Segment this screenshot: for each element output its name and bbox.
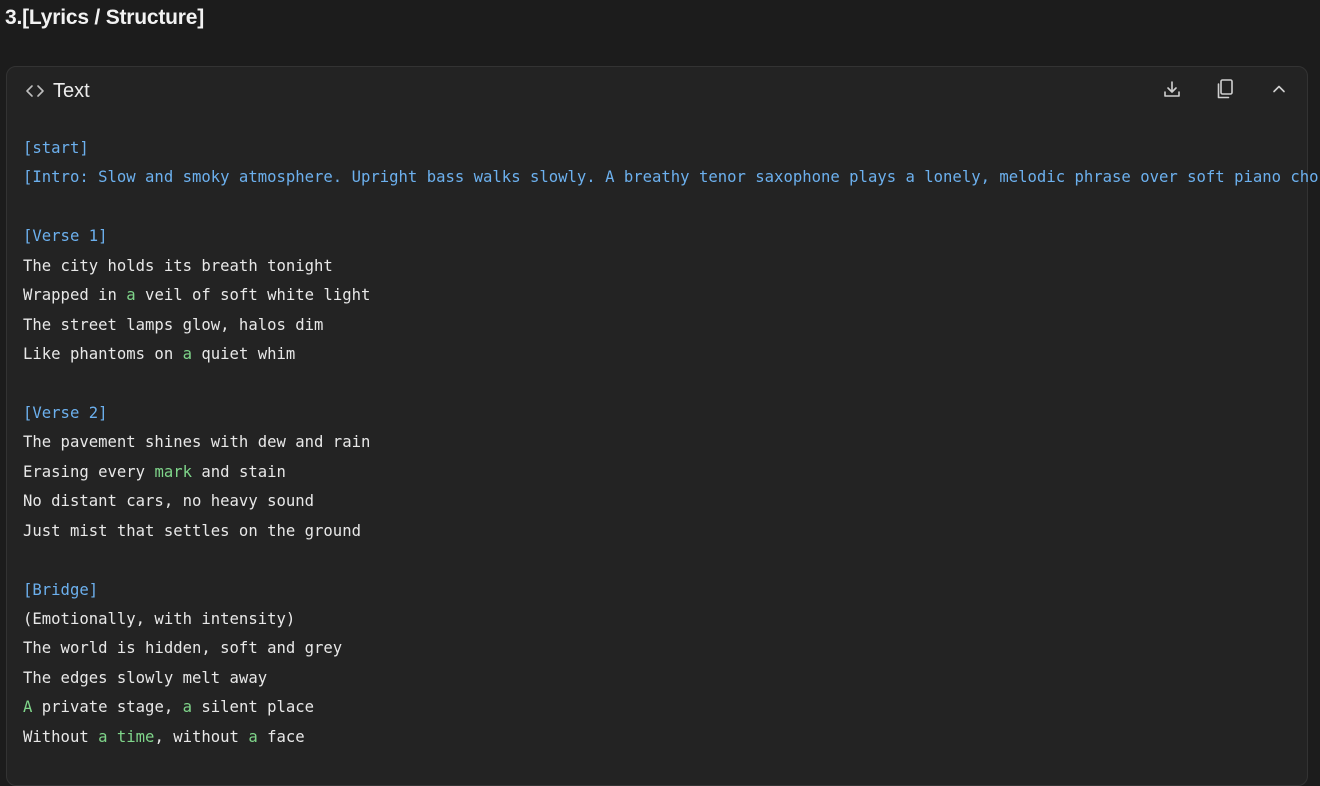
- lyrics-text: [start] [Intro: Slow and smoky atmosphere…: [23, 134, 1320, 752]
- highlighted-word: a: [182, 698, 192, 717]
- code-block-title: Text: [53, 80, 90, 102]
- code-block-panel: Text [start] [Intro: Slow and smoky atmo…: [6, 66, 1320, 786]
- highlighted-word: mark: [154, 462, 192, 481]
- lyric-line: [Intro: Slow and smoky atmosphere. Uprig…: [23, 163, 1320, 192]
- lyric-line: The street lamps glow, halos dim: [23, 311, 1297, 340]
- lyric-line: [Verse 1]: [23, 222, 1297, 251]
- lyric-line: The city holds its breath tonight: [23, 252, 1297, 281]
- code-icon: [24, 82, 46, 100]
- section-heading: 3.[Lyrics / Structure]: [5, 6, 205, 29]
- section-tag: [Intro: Slow and smoky atmosphere. Uprig…: [23, 168, 1320, 187]
- lyric-line: Like phantoms on a quiet whim: [23, 340, 1297, 369]
- lyric-line: The pavement shines with dew and rain: [23, 428, 1297, 457]
- lyric-text: Erasing every: [23, 462, 155, 481]
- lyric-line: No distant cars, no heavy sound: [23, 487, 1297, 516]
- highlighted-word: time: [116, 727, 155, 746]
- highlighted-word: a: [182, 345, 192, 364]
- lyric-line: Wrapped in a veil of soft white light: [23, 281, 1297, 310]
- lyric-text: , without: [154, 727, 249, 746]
- lyric-text: veil of soft white light: [135, 286, 371, 305]
- lyric-line: [start]: [23, 134, 1297, 163]
- lyric-line: Without a time, without a face: [23, 723, 1297, 752]
- copy-icon: [1215, 78, 1235, 105]
- lyric-line: Erasing every mark and stain: [23, 458, 1297, 487]
- lyric-text: face: [257, 727, 305, 746]
- section-tag: [Verse 1]: [23, 227, 108, 246]
- lyric-text: silent place: [192, 698, 315, 717]
- lyric-line: Just mist that settles on the ground: [23, 517, 1297, 546]
- lyric-text: Without: [23, 727, 99, 746]
- lyric-text: private stage,: [32, 698, 183, 717]
- lyric-line: (Emotionally, with intensity): [23, 605, 1297, 634]
- highlighted-word: a: [98, 727, 108, 746]
- lyric-text: Just mist that settles on the ground: [23, 521, 361, 540]
- lyric-text: Wrapped in: [23, 286, 127, 305]
- lyric-line: The edges slowly melt away: [23, 664, 1297, 693]
- lyric-line: A private stage, a silent place: [23, 693, 1297, 722]
- lyric-text: The city holds its breath tonight: [23, 256, 333, 275]
- download-button[interactable]: [1160, 79, 1184, 103]
- lyric-text: The edges slowly melt away: [23, 668, 268, 687]
- download-icon: [1162, 79, 1182, 104]
- highlighted-word: a: [126, 286, 136, 305]
- section-tag: [Bridge]: [23, 580, 99, 599]
- lyric-text: (Emotionally, with intensity): [23, 610, 296, 628]
- lyric-line: [Bridge]: [23, 576, 1297, 605]
- lyric-text: No distant cars, no heavy sound: [23, 492, 315, 511]
- lyric-line: The world is hidden, soft and grey: [23, 634, 1297, 663]
- section-tag: [start]: [23, 139, 89, 157]
- lyric-text: The street lamps glow, halos dim: [23, 315, 324, 334]
- lyric-text: [108, 728, 117, 746]
- lyric-text: and stain: [192, 462, 286, 481]
- copy-button[interactable]: [1213, 78, 1237, 105]
- code-block-header: Text: [7, 67, 1307, 115]
- lyric-text: The world is hidden, soft and grey: [23, 639, 343, 658]
- lyric-text: The pavement shines with dew and rain: [23, 433, 371, 452]
- chevron-up-icon: [1270, 80, 1288, 103]
- lyric-text: quiet whim: [192, 345, 296, 364]
- collapse-button[interactable]: [1267, 79, 1291, 103]
- highlighted-word: a: [248, 727, 258, 746]
- highlighted-word: A: [23, 698, 33, 717]
- section-tag: [Verse 2]: [23, 403, 108, 422]
- lyric-text: Like phantoms on: [23, 345, 183, 364]
- lyric-line: [Verse 2]: [23, 399, 1297, 428]
